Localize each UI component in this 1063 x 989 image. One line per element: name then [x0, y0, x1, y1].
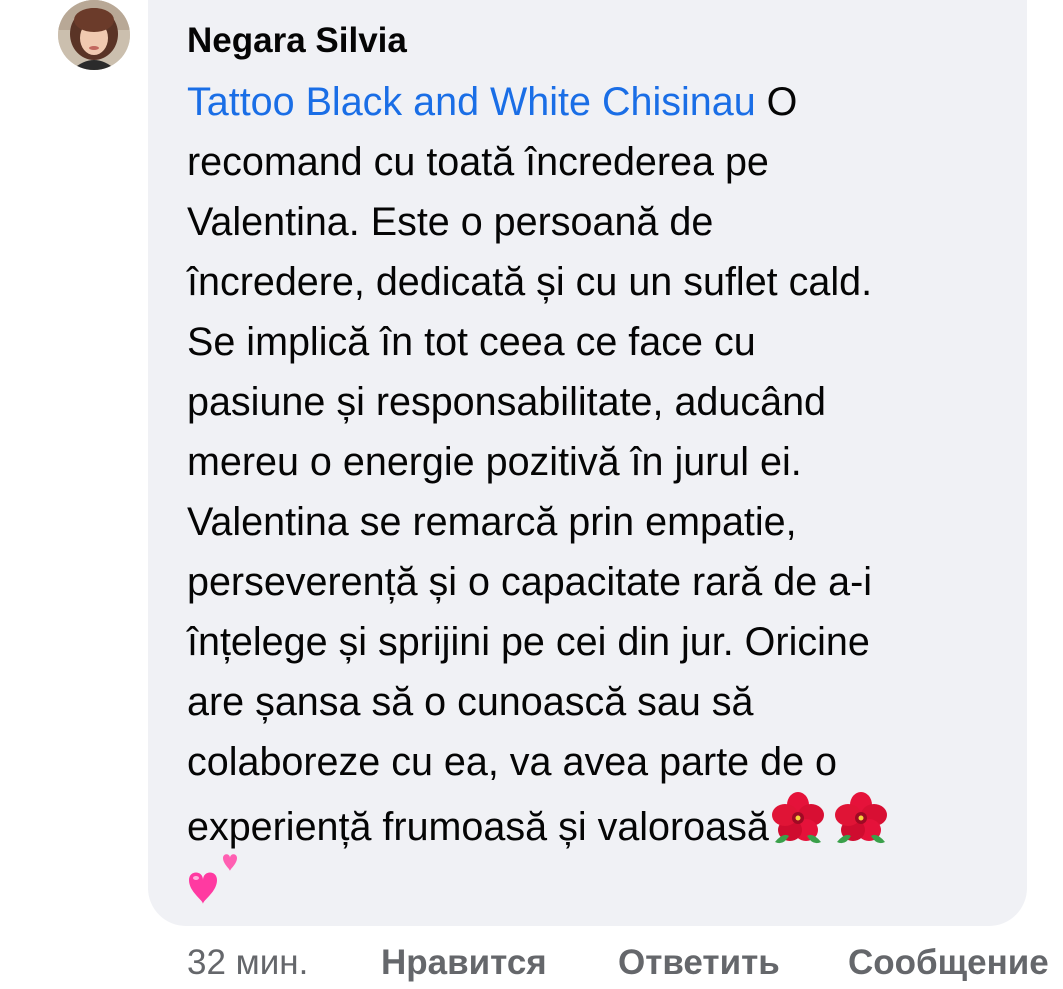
comment-screen: Negara Silvia Tattoo Black and White Chi…: [0, 0, 1063, 989]
comment-author[interactable]: Negara Silvia: [187, 21, 407, 61]
comment-line-12: colaboreze cu ea, va avea parte de o: [187, 740, 837, 784]
comment-text: Tattoo Black and White Chisinau O recoma…: [187, 72, 1017, 912]
reply-button[interactable]: Ответить: [618, 943, 780, 983]
comment-timestamp[interactable]: 32 мин.: [187, 943, 308, 983]
page-mention-link[interactable]: Tattoo Black and White Chisinau: [187, 80, 756, 124]
hibiscus-emoji: [827, 792, 889, 848]
message-button[interactable]: Сообщение: [848, 943, 1049, 983]
comment-line-9: perseverență și o capacitate rară de a-i: [187, 560, 873, 604]
comment-line-11: are șansa să o cunoască sau să: [187, 680, 754, 724]
like-button[interactable]: Нравится: [381, 943, 547, 983]
comment-line-4: încredere, dedicată și cu un suflet cald…: [187, 260, 873, 304]
hibiscus-emoji: [769, 792, 827, 848]
comment-line-7: mereu o energie pozitivă în jurul ei.: [187, 440, 802, 484]
comment-line-13: experiență frumoasă și valoroasă: [187, 792, 1017, 852]
two-hearts-emoji: [187, 852, 245, 908]
comment-line-6: pasiune și responsabilitate, aducând: [187, 380, 827, 424]
comment-line-5: Se implică în tot ceea ce face cu: [187, 320, 756, 364]
profile-photo: [58, 0, 130, 70]
comment-line-1: Tattoo Black and White Chisinau O: [187, 80, 798, 124]
comment-line-10: înțelege și sprijini pe cei din jur. Ori…: [187, 620, 870, 664]
comment-line-14: [187, 852, 1017, 912]
comment-line-2: recomand cu toată încrederea pe: [187, 140, 769, 184]
avatar[interactable]: [58, 0, 130, 70]
comment-line-8: Valentina se remarcă prin empatie,: [187, 500, 797, 544]
comment-line-3: Valentina. Este o persoană de: [187, 200, 714, 244]
